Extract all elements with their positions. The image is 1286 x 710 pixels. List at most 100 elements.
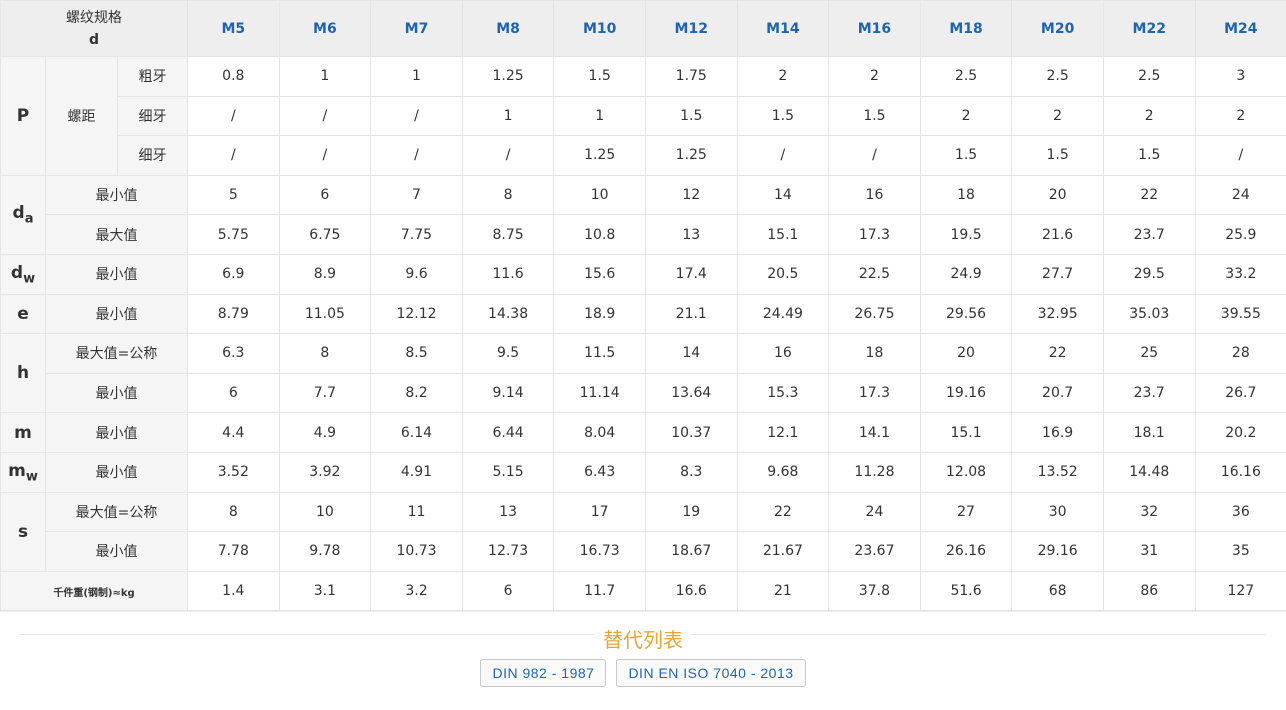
- value-cell: 30: [1012, 492, 1104, 532]
- value-cell: 16.6: [645, 571, 737, 611]
- value-cell: 19.16: [920, 373, 1012, 413]
- value-cell: /: [188, 96, 280, 136]
- value-cell: 1.5: [920, 136, 1012, 176]
- alternative-link-iso-7040[interactable]: DIN EN ISO 7040 - 2013: [616, 659, 805, 687]
- value-cell: 1.25: [462, 57, 554, 97]
- value-cell: 10.8: [554, 215, 646, 255]
- value-cell: 1.75: [645, 57, 737, 97]
- value-cell: 16.73: [554, 532, 646, 572]
- value-cell: 6.3: [188, 334, 280, 374]
- value-cell: 24.49: [737, 294, 829, 334]
- value-cell: 2: [1012, 96, 1104, 136]
- value-cell: 1.5: [1012, 136, 1104, 176]
- value-cell: 9.14: [462, 373, 554, 413]
- alternative-link-din-982[interactable]: DIN 982 - 1987: [480, 659, 606, 687]
- value-cell: 20.5: [737, 254, 829, 294]
- value-cell: 127: [1195, 571, 1286, 611]
- table-row: 最小值 67.78.29.1411.1413.6415.317.319.1620…: [1, 373, 1286, 413]
- value-cell: 10: [554, 175, 646, 215]
- spec-table: 螺纹规格 d M5 M6 M7 M8 M10 M12 M14 M16 M18 M…: [0, 0, 1286, 611]
- size-header: M22: [1103, 1, 1195, 57]
- value-cell: /: [1195, 136, 1286, 176]
- value-cell: 6.9: [188, 254, 280, 294]
- value-cell: 15.6: [554, 254, 646, 294]
- value-cell: 1: [279, 57, 371, 97]
- table-row: mw 最小值 3.523.924.915.156.438.39.6811.281…: [1, 452, 1286, 492]
- h-symbol: h: [1, 334, 46, 413]
- value-cell: 8.9: [279, 254, 371, 294]
- value-cell: 19.5: [920, 215, 1012, 255]
- value-cell: 23.7: [1103, 215, 1195, 255]
- thread-spec-header: 螺纹规格 d: [1, 1, 188, 57]
- value-cell: 26.7: [1195, 373, 1286, 413]
- value-cell: /: [462, 136, 554, 176]
- size-header: M7: [371, 1, 463, 57]
- value-cell: 8: [462, 175, 554, 215]
- value-cell: 21: [737, 571, 829, 611]
- e-symbol: e: [1, 294, 46, 334]
- value-cell: 1.4: [188, 571, 280, 611]
- value-cell: 13: [645, 215, 737, 255]
- min-label: 最小值: [46, 532, 188, 572]
- value-cell: 22: [1012, 334, 1104, 374]
- value-cell: 3: [1195, 57, 1286, 97]
- size-header: M8: [462, 1, 554, 57]
- value-cell: 11.14: [554, 373, 646, 413]
- value-cell: /: [371, 136, 463, 176]
- value-cell: 22: [1103, 175, 1195, 215]
- value-cell: 2: [1195, 96, 1286, 136]
- max-nominal-label: 最大值=公称: [46, 492, 188, 532]
- value-cell: 24: [829, 492, 921, 532]
- value-cell: 32.95: [1012, 294, 1104, 334]
- value-cell: 35.03: [1103, 294, 1195, 334]
- size-header: M6: [279, 1, 371, 57]
- value-cell: 4.4: [188, 413, 280, 453]
- value-cell: 6.14: [371, 413, 463, 453]
- value-cell: 3.52: [188, 452, 280, 492]
- table-row: 细牙 ///111.51.51.52222: [1, 96, 1286, 136]
- size-header: M14: [737, 1, 829, 57]
- value-cell: 8: [188, 492, 280, 532]
- value-cell: 1.5: [1103, 136, 1195, 176]
- value-cell: 68: [1012, 571, 1104, 611]
- value-cell: 24: [1195, 175, 1286, 215]
- value-cell: 1: [554, 96, 646, 136]
- value-cell: 15.1: [920, 413, 1012, 453]
- size-header: M16: [829, 1, 921, 57]
- value-cell: 33.2: [1195, 254, 1286, 294]
- value-cell: 17.3: [829, 215, 921, 255]
- value-cell: 5.15: [462, 452, 554, 492]
- min-label: 最小值: [46, 294, 188, 334]
- value-cell: 1.5: [554, 57, 646, 97]
- value-cell: 16.9: [1012, 413, 1104, 453]
- value-cell: 1.5: [645, 96, 737, 136]
- value-cell: 7.78: [188, 532, 280, 572]
- value-cell: 51.6: [920, 571, 1012, 611]
- value-cell: 20.2: [1195, 413, 1286, 453]
- value-cell: 12.08: [920, 452, 1012, 492]
- value-cell: 8.04: [554, 413, 646, 453]
- value-cell: 2.5: [1103, 57, 1195, 97]
- table-row: 千件重(钢制)≈kg 1.43.13.2611.716.62137.851.66…: [1, 571, 1286, 611]
- value-cell: 10.37: [645, 413, 737, 453]
- max-label: 最大值: [46, 215, 188, 255]
- value-cell: 36: [1195, 492, 1286, 532]
- value-cell: 17.3: [829, 373, 921, 413]
- value-cell: 3.92: [279, 452, 371, 492]
- min-label: 最小值: [46, 373, 188, 413]
- value-cell: 35: [1195, 532, 1286, 572]
- value-cell: 1.25: [554, 136, 646, 176]
- value-cell: 22.5: [829, 254, 921, 294]
- fine-label: 细牙: [118, 96, 188, 136]
- value-cell: 28: [1195, 334, 1286, 374]
- value-cell: /: [371, 96, 463, 136]
- size-header: M12: [645, 1, 737, 57]
- value-cell: /: [188, 136, 280, 176]
- value-cell: 32: [1103, 492, 1195, 532]
- table-row: dw 最小值 6.98.99.611.615.617.420.522.524.9…: [1, 254, 1286, 294]
- value-cell: 0.8: [188, 57, 280, 97]
- weight-label: 千件重(钢制)≈kg: [1, 571, 188, 611]
- value-cell: 14.48: [1103, 452, 1195, 492]
- value-cell: 86: [1103, 571, 1195, 611]
- size-header: M24: [1195, 1, 1286, 57]
